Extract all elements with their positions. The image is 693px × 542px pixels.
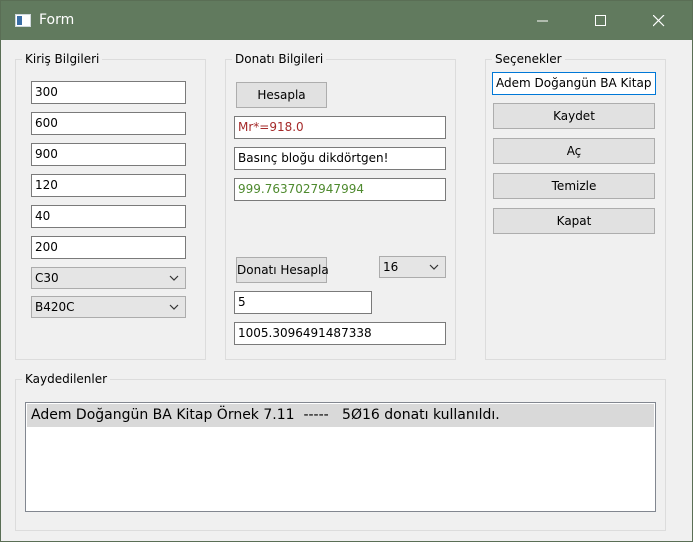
fourth-input[interactable]: 120 (31, 174, 186, 197)
fifth-input[interactable]: 40 (31, 205, 186, 228)
kiris-bilgileri-label: Kiriş Bilgileri (22, 52, 103, 66)
required-steel-output: 999.7637027947994 (234, 178, 446, 201)
width-input[interactable]: 300 (31, 81, 186, 104)
steel-class-select[interactable]: B420C (31, 296, 186, 318)
maximize-icon (595, 14, 606, 26)
bar-count-output: 5 (234, 291, 372, 314)
form-window: Form Kiriş Bilgileri 300 600 900 120 40 … (0, 0, 693, 542)
ac-button[interactable]: Aç (493, 138, 655, 164)
list-item[interactable]: Adem Doğangün BA Kitap Örnek 7.11 ----- … (27, 404, 654, 427)
minimize-icon (537, 20, 548, 21)
minimize-button[interactable] (520, 1, 566, 40)
hesapla-button[interactable]: Hesapla (236, 82, 327, 108)
steel-class-value: B420C (35, 300, 75, 314)
chevron-down-icon (429, 264, 439, 270)
close-icon (653, 14, 665, 26)
concrete-class-select[interactable]: C30 (31, 267, 186, 289)
temizle-button[interactable]: Temizle (493, 173, 655, 199)
chevron-down-icon (169, 275, 179, 281)
form-app-icon (15, 14, 31, 27)
kaydedilenler-label: Kaydedilenler (22, 372, 111, 386)
kapat-button[interactable]: Kapat (493, 208, 655, 234)
secenekler-label: Seçenekler (492, 52, 565, 66)
donati-hesapla-button[interactable]: Donatı Hesapla (236, 257, 329, 283)
bar-diameter-value: 16 (383, 260, 399, 274)
maximize-button[interactable] (578, 1, 624, 40)
kaydet-button[interactable]: Kaydet (493, 103, 655, 129)
block-message-output: Basınç bloğu dikdörtgen! (234, 147, 446, 170)
window-title: Form (39, 12, 75, 28)
record-name-input[interactable]: Adem Doğangün BA Kitap Örnek 7.11 (492, 72, 656, 95)
title-bar[interactable]: Form (1, 1, 692, 40)
bar-diameter-select[interactable]: 16 (379, 256, 446, 278)
saved-records-list[interactable]: Adem Doğangün BA Kitap Örnek 7.11 ----- … (25, 402, 656, 512)
close-button[interactable] (636, 1, 682, 40)
concrete-class-value: C30 (35, 271, 59, 285)
provided-steel-output: 1005.3096491487338 (234, 322, 446, 345)
sixth-input[interactable]: 200 (31, 236, 186, 259)
mr-output: Mr*=918.0 (234, 116, 446, 139)
donati-bilgileri-label: Donatı Bilgileri (232, 52, 327, 66)
third-input[interactable]: 900 (31, 143, 186, 166)
height-input[interactable]: 600 (31, 112, 186, 135)
chevron-down-icon (169, 304, 179, 310)
